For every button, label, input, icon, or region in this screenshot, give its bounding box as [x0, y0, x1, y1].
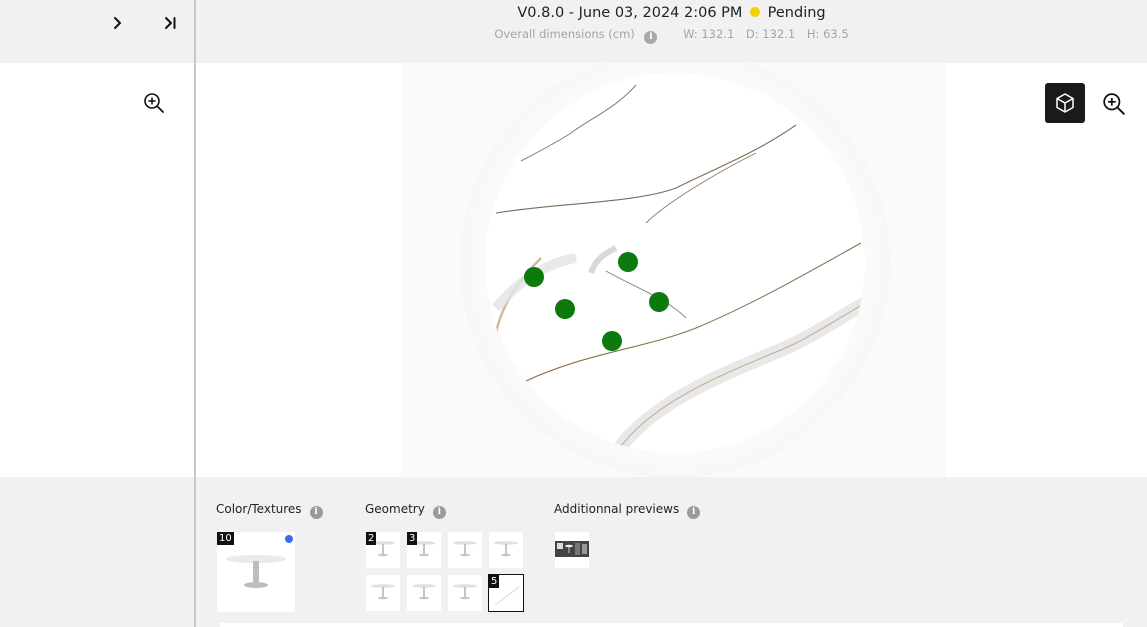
table-preview-icon [412, 584, 436, 600]
hotspot-marker[interactable] [524, 267, 544, 287]
dimensions-label: Overall dimensions (cm) [494, 27, 635, 41]
geometry-thumbnail[interactable]: 2 [366, 532, 400, 568]
geometry-thumbnail[interactable] [448, 532, 482, 568]
left-panel-footer [0, 477, 194, 627]
hotspot-marker[interactable] [555, 299, 575, 319]
previews-title: Additionnal previews [554, 502, 680, 516]
status-dot-icon [750, 7, 761, 17]
view-3d-button[interactable] [1045, 83, 1085, 123]
table-preview-icon [371, 584, 395, 600]
version-line: V0.8.0 - June 03, 2024 2:06 PM Pending [196, 5, 1147, 21]
geometry-thumbnail-selected[interactable]: 5 [488, 574, 524, 612]
geometry-thumbnail[interactable] [448, 575, 482, 611]
version-text: V0.8.0 - June 03, 2024 2:06 PM [517, 5, 743, 21]
geometry-thumbnail[interactable] [366, 575, 400, 611]
options-panel: Color/Textures i Geometry i Additionnal pr… [196, 477, 1147, 627]
dimensions-line: Overall dimensions (cm) i W: 132.1 D: 13… [196, 27, 1147, 44]
geometry-title: Geometry [365, 502, 425, 516]
geometry-thumbnail[interactable]: 3 [407, 532, 441, 568]
zoom-in-icon[interactable] [1101, 91, 1127, 117]
info-icon[interactable]: i [644, 30, 658, 44]
info-icon[interactable]: i [687, 505, 701, 519]
info-icon[interactable]: i [432, 505, 446, 519]
texture-viewer[interactable] [196, 63, 1147, 477]
info-icon[interactable]: i [309, 505, 323, 519]
zoom-in-icon[interactable] [142, 91, 166, 115]
geometry-badge: 5 [489, 575, 500, 588]
table-preview-icon [453, 584, 477, 600]
texture-thumbnail[interactable]: 10 [217, 532, 295, 612]
dimension-width: W: 132.1 [683, 27, 735, 41]
geometry-badge: 2 [366, 532, 377, 545]
left-panel-body [0, 63, 194, 477]
textures-title: Color/Textures [216, 502, 302, 516]
table-preview-icon [494, 541, 518, 557]
geometry-badge: 3 [407, 532, 418, 545]
chevron-right-end-icon[interactable] [160, 12, 180, 34]
status-label: Pending [767, 5, 826, 21]
textures-section-title: Color/Textures i [216, 502, 323, 519]
footer-strip [220, 623, 1123, 627]
app-root: V0.8.0 - June 03, 2024 2:06 PM Pending O… [0, 0, 1147, 627]
dimension-height: H: 63.5 [806, 27, 849, 41]
table-preview-icon [453, 541, 477, 557]
geometry-section-title: Geometry i [365, 502, 446, 519]
selected-indicator-dot [285, 535, 293, 543]
preview-image-icon [555, 541, 589, 557]
texture-count-badge: 10 [217, 532, 234, 545]
cube-icon [1056, 93, 1074, 113]
chevron-right-icon[interactable] [108, 12, 128, 34]
hotspot-marker[interactable] [618, 252, 638, 272]
geometry-thumbnail[interactable] [489, 532, 523, 568]
hotspot-marker[interactable] [649, 292, 669, 312]
left-panel [0, 0, 194, 627]
hotspot-marker[interactable] [602, 331, 622, 351]
additional-preview-thumbnail[interactable] [555, 532, 589, 568]
previews-section-title: Additionnal previews i [554, 502, 701, 519]
geometry-thumbnail[interactable] [407, 575, 441, 611]
dimension-depth: D: 132.1 [745, 27, 796, 41]
version-header: V0.8.0 - June 03, 2024 2:06 PM Pending O… [196, 0, 1147, 63]
texture-canvas[interactable] [196, 63, 1147, 477]
